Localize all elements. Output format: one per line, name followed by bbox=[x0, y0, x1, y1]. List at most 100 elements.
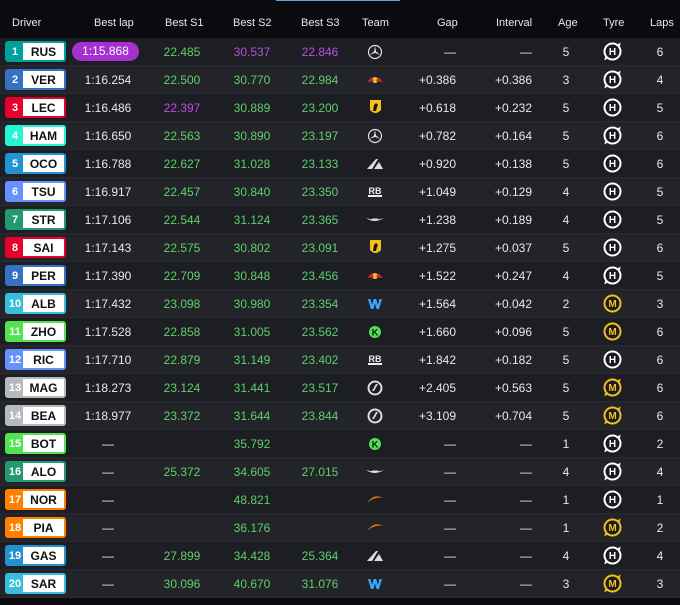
driver-code: RIC bbox=[23, 351, 64, 368]
interval-value: +0.138 bbox=[494, 157, 532, 171]
table-row[interactable]: 20 SAR — 30.096 40.670 31.076 — — 3 M 3 bbox=[0, 570, 680, 598]
table-row[interactable]: 14 BEA 1:18.977 23.372 31.644 23.844 +3.109 +0.… bbox=[0, 402, 680, 430]
best-s3-time: 23.133 bbox=[301, 157, 339, 171]
driver-badge[interactable]: 15 BOT bbox=[5, 433, 66, 454]
interval-value: — bbox=[520, 549, 532, 563]
header-team[interactable]: Team bbox=[362, 17, 389, 29]
best-s1-time: 23.124 bbox=[163, 381, 201, 395]
best-s1-time: 30.096 bbox=[163, 577, 201, 591]
header-driver[interactable]: Driver bbox=[12, 17, 41, 29]
hard-tyre-icon: H bbox=[602, 125, 623, 146]
driver-badge[interactable]: 17 NOR bbox=[5, 489, 66, 510]
driver-badge[interactable]: 3 LEC bbox=[5, 97, 66, 118]
driver-badge[interactable]: 5 OCO bbox=[5, 153, 66, 174]
driver-badge[interactable]: 6 TSU bbox=[5, 181, 66, 202]
driver-code: PIA bbox=[23, 519, 64, 536]
driver-badge[interactable]: 13 MAG bbox=[5, 377, 66, 398]
driver-badge[interactable]: 12 RIC bbox=[5, 349, 66, 370]
best-lap-time: 1:17.390 bbox=[84, 269, 132, 283]
best-s2-time: 30.890 bbox=[233, 129, 271, 143]
header-tyre[interactable]: Tyre bbox=[603, 17, 624, 29]
best-s2-time: 48.821 bbox=[233, 493, 271, 507]
driver-badge[interactable]: 19 GAS bbox=[5, 545, 66, 566]
gap-value: — bbox=[444, 521, 456, 535]
table-row[interactable]: 12 RIC 1:17.710 22.879 31.149 23.402 RB +1.842 +… bbox=[0, 346, 680, 374]
driver-badge[interactable]: 10 ALB bbox=[5, 293, 66, 314]
table-row[interactable]: 2 VER 1:16.254 22.500 30.770 22.984 +0.386 +0.3… bbox=[0, 66, 680, 94]
best-s2-time: 36.176 bbox=[233, 521, 271, 535]
table-row[interactable]: 16 ALO — 25.372 34.605 27.015 — — 4 H 4 bbox=[0, 458, 680, 486]
gap-value: +1.275 bbox=[418, 241, 456, 255]
interval-value: — bbox=[520, 45, 532, 59]
header-best-lap[interactable]: Best lap bbox=[94, 17, 134, 29]
svg-text:H: H bbox=[609, 187, 616, 198]
table-row[interactable]: 7 STR 1:17.106 22.544 31.124 23.365 +1.238 +0.1… bbox=[0, 206, 680, 234]
best-s1-time: 22.397 bbox=[163, 101, 201, 115]
table-row[interactable]: 10 ALB 1:17.432 23.098 30.980 23.354 +1.564 +0.… bbox=[0, 290, 680, 318]
tyre-age: 5 bbox=[562, 409, 570, 423]
header-best-s3[interactable]: Best S3 bbox=[301, 17, 340, 29]
best-s3-time: 31.076 bbox=[301, 577, 339, 591]
driver-badge[interactable]: 14 BEA bbox=[5, 405, 66, 426]
hard-tyre-icon: H bbox=[602, 153, 623, 174]
table-row[interactable]: 17 NOR — 48.821 — — 1 H 1 bbox=[0, 486, 680, 514]
kick-sauber-icon: K bbox=[365, 323, 385, 340]
svg-text:H: H bbox=[609, 467, 616, 478]
table-row[interactable]: 19 GAS — 27.899 34.428 25.364 — — 4 H 4 bbox=[0, 542, 680, 570]
table-row[interactable]: 1 RUS 1:15.868 22.485 30.537 22.846 — — 5 H 6 bbox=[0, 38, 680, 66]
best-s2-time: 30.770 bbox=[233, 73, 271, 87]
driver-badge[interactable]: 7 STR bbox=[5, 209, 66, 230]
best-s3-time: 27.015 bbox=[301, 465, 339, 479]
header-interval[interactable]: Interval bbox=[496, 17, 532, 29]
best-s2-time: 31.441 bbox=[233, 381, 271, 395]
driver-badge[interactable]: 11 ZHO bbox=[5, 321, 66, 342]
table-row[interactable]: 9 PER 1:17.390 22.709 30.848 23.456 +1.522 +0.2… bbox=[0, 262, 680, 290]
red-bull-icon bbox=[365, 267, 385, 284]
best-s3-time: 23.197 bbox=[301, 129, 339, 143]
driver-badge[interactable]: 1 RUS bbox=[5, 41, 66, 62]
driver-badge[interactable]: 9 PER bbox=[5, 265, 66, 286]
header-gap[interactable]: Gap bbox=[437, 17, 458, 29]
hard-tyre-icon: H bbox=[602, 97, 623, 118]
position-number: 16 bbox=[8, 465, 22, 478]
table-row[interactable]: 8 SAI 1:17.143 22.575 30.802 23.091 +1.275 +0.0… bbox=[0, 234, 680, 262]
driver-badge[interactable]: 20 SAR bbox=[5, 573, 66, 594]
header-laps[interactable]: Laps bbox=[650, 17, 674, 29]
driver-badge[interactable]: 4 HAM bbox=[5, 125, 66, 146]
tyre-age: 3 bbox=[562, 577, 570, 591]
header-best-s1[interactable]: Best S1 bbox=[165, 17, 204, 29]
mclaren-swoosh-icon bbox=[365, 519, 385, 536]
interval-value: +0.182 bbox=[494, 353, 532, 367]
hard-tyre-icon: H bbox=[602, 349, 623, 370]
table-row[interactable]: 11 ZHO 1:17.528 22.858 31.005 23.562 K +1.660 +0… bbox=[0, 318, 680, 346]
best-s2-time: 31.644 bbox=[233, 409, 271, 423]
driver-code: VER bbox=[23, 71, 64, 88]
gap-value: +1.564 bbox=[418, 297, 456, 311]
table-row[interactable]: 18 PIA — 36.176 — — 1 M 2 bbox=[0, 514, 680, 542]
driver-badge[interactable]: 2 VER bbox=[5, 69, 66, 90]
table-row[interactable]: 15 BOT — 35.792 K — — 1 H 2 bbox=[0, 430, 680, 458]
best-lap-time: 1:16.254 bbox=[84, 73, 132, 87]
position-number: 1 bbox=[11, 45, 19, 58]
laps-count: 6 bbox=[656, 409, 664, 423]
table-row[interactable]: 5 OCO 1:16.788 22.627 31.028 23.133 +0.920 +0.1… bbox=[0, 150, 680, 178]
tyre-age: 5 bbox=[562, 157, 570, 171]
table-row[interactable]: 3 LEC 1:16.486 22.397 30.889 23.200 +0.618 +0.2… bbox=[0, 94, 680, 122]
tyre-age: 5 bbox=[562, 241, 570, 255]
tyre-age: 4 bbox=[562, 185, 570, 199]
svg-text:RB: RB bbox=[369, 354, 382, 364]
driver-code: ALO bbox=[23, 463, 64, 480]
driver-badge[interactable]: 8 SAI bbox=[5, 237, 66, 258]
header-best-s2[interactable]: Best S2 bbox=[233, 17, 272, 29]
header-age[interactable]: Age bbox=[558, 17, 578, 29]
table-row[interactable]: 6 TSU 1:16.917 22.457 30.840 23.350 RB +1.049 +0… bbox=[0, 178, 680, 206]
medium-tyre-icon: M bbox=[602, 293, 623, 314]
driver-badge[interactable]: 18 PIA bbox=[5, 517, 66, 538]
tyre-age: 4 bbox=[562, 213, 570, 227]
best-s2-time: 30.537 bbox=[233, 45, 271, 59]
driver-badge[interactable]: 16 ALO bbox=[5, 461, 66, 482]
table-row[interactable]: 4 HAM 1:16.650 22.563 30.890 23.197 +0.782 +0.1… bbox=[0, 122, 680, 150]
best-lap-time: 1:17.432 bbox=[84, 297, 132, 311]
table-row[interactable]: 13 MAG 1:18.273 23.124 31.441 23.517 +2.405 +0.… bbox=[0, 374, 680, 402]
best-s2-time: 35.792 bbox=[233, 437, 271, 451]
